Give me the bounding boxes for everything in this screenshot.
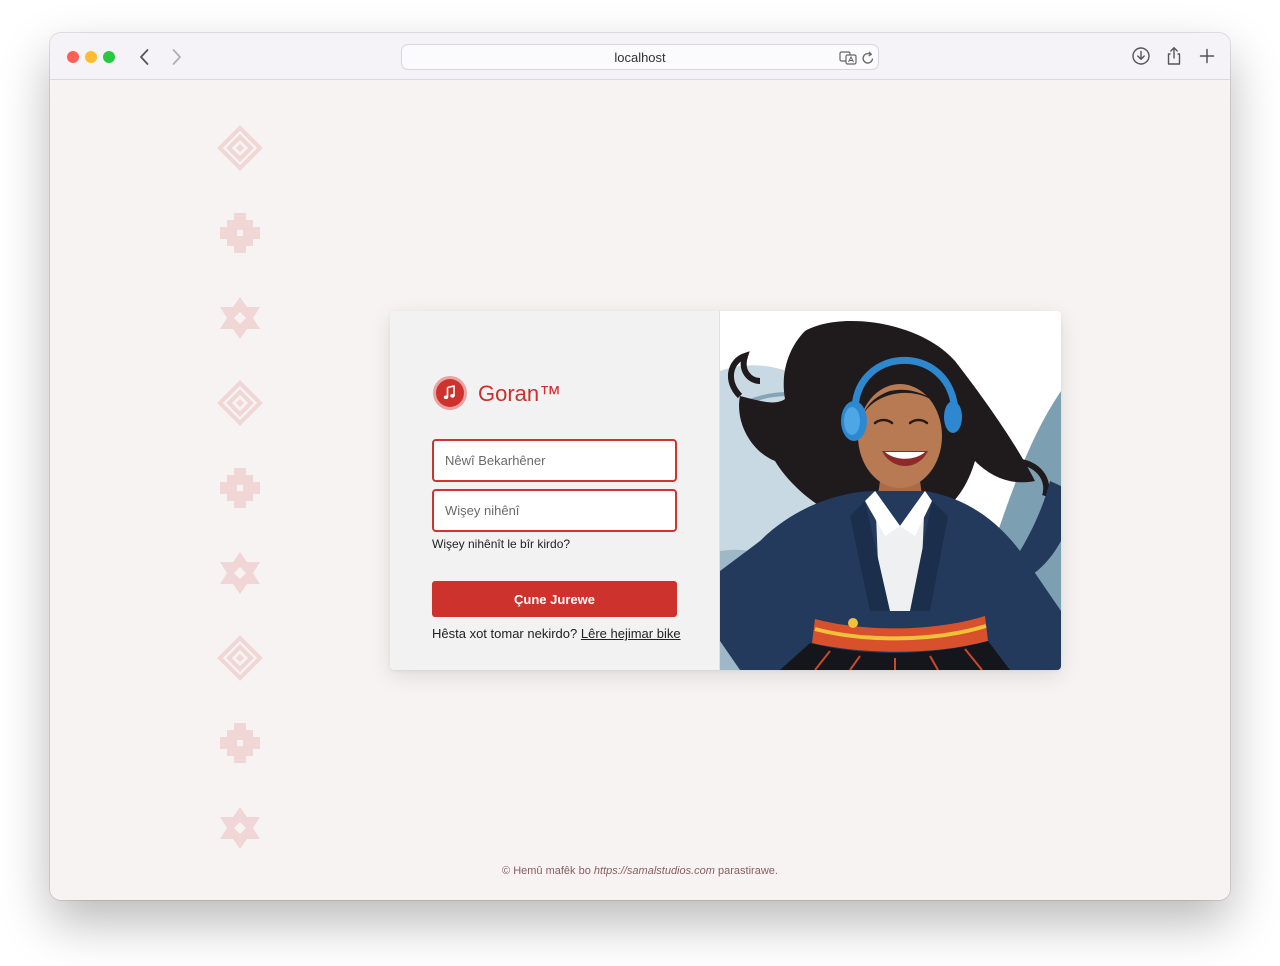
login-card: Goran™ Wişey nihênît le bîr kirdo? Çune … [390, 311, 1061, 670]
lattice-motif-icon [217, 125, 263, 171]
star-motif-icon [220, 807, 260, 849]
password-input[interactable] [432, 489, 677, 532]
footer-suffix: parastirawe. [718, 865, 778, 877]
hero-illustration [720, 311, 1061, 670]
cross-motif-icon [220, 213, 260, 253]
brand-name: Goran™ [478, 381, 562, 406]
browser-window: localhost Goran™ Nêwî Bekarhêner Wişey n… [50, 33, 1230, 900]
signup-link[interactable]: Lêre hejimar bike [581, 626, 681, 641]
star-motif-icon [220, 552, 260, 594]
browser-toolbar: localhost [50, 33, 1230, 80]
login-form-panel: Goran™ Wişey nihênît le bîr kirdo? Çune … [390, 311, 720, 670]
translate-icon[interactable] [839, 50, 857, 66]
cross-motif-icon [220, 468, 260, 508]
footer-site-link[interactable]: https://samalstudios.com [594, 865, 715, 877]
page-content: Goran™ Wişey nihênît le bîr kirdo? Çune … [50, 81, 1230, 900]
download-icon[interactable] [1130, 45, 1152, 67]
reload-icon[interactable] [861, 50, 875, 66]
address-bar[interactable]: localhost [401, 44, 879, 70]
plus-icon[interactable] [1196, 45, 1218, 67]
minimize-window-button[interactable] [85, 51, 97, 63]
zoom-window-button[interactable] [103, 51, 115, 63]
address-text: localhost [614, 50, 666, 65]
login-button[interactable]: Çune Jurewe [432, 581, 677, 617]
signup-prompt: Hêsta xot tomar nekirdo? [432, 626, 578, 641]
forward-arrow-icon[interactable] [164, 45, 188, 69]
footer-copyright: © Hemû mafêk bo https://samalstudios.com… [50, 865, 1230, 877]
footer-prefix: © Hemû mafêk bo [502, 865, 591, 877]
woman-with-headphones-illustration [720, 321, 1061, 670]
signup-prompt-line: Hêsta xot tomar nekirdo? Lêre hejimar bi… [432, 626, 681, 641]
cross-motif-icon [220, 723, 260, 763]
close-window-button[interactable] [67, 51, 79, 63]
lattice-motif-icon [217, 380, 263, 426]
share-icon[interactable] [1163, 45, 1185, 67]
star-motif-icon [220, 297, 260, 339]
music-note-icon [433, 376, 467, 410]
lattice-motif-icon [217, 635, 263, 681]
forgot-password-link[interactable]: Wişey nihênît le bîr kirdo? [432, 537, 570, 551]
back-arrow-icon[interactable] [133, 45, 157, 69]
username-input[interactable] [432, 439, 677, 482]
